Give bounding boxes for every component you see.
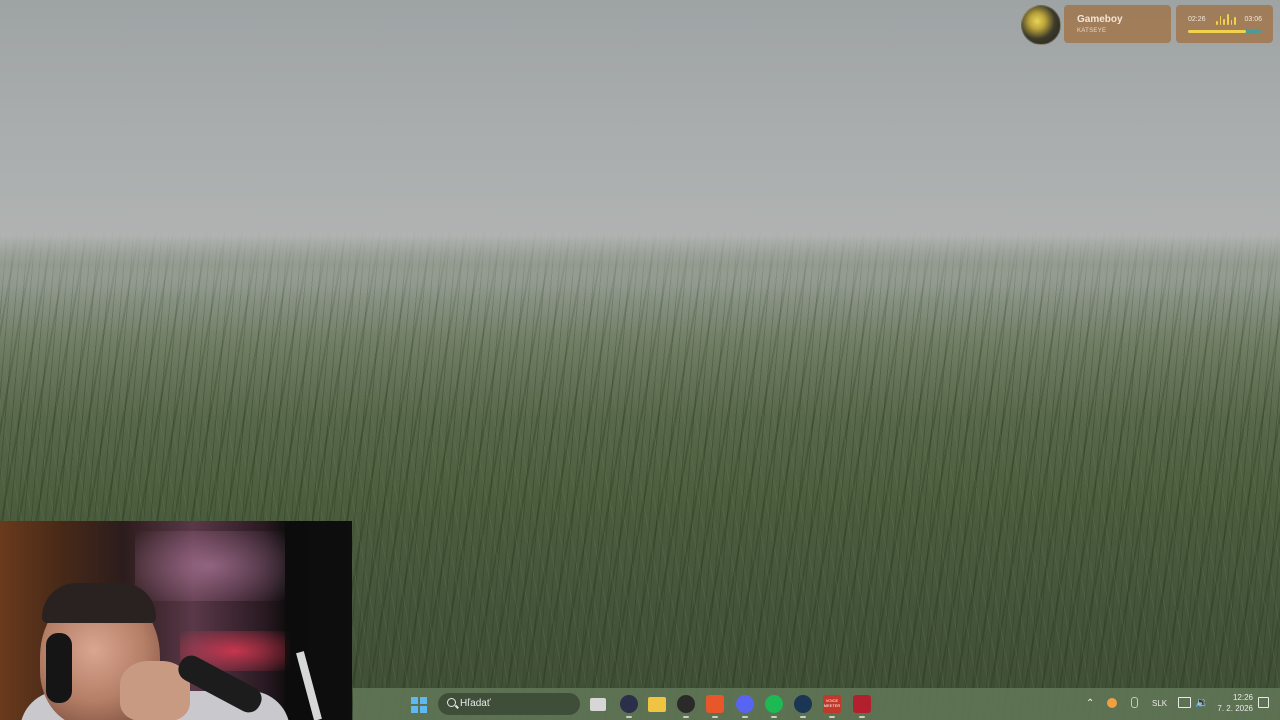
windows-logo-icon [411,697,418,704]
running-indicator [829,716,835,718]
track-title: Gameboy [1077,14,1123,25]
file-explorer-window-icon[interactable] [590,698,606,711]
microphone-tray-icon[interactable] [1131,697,1138,708]
spotify-icon[interactable] [765,695,783,718]
windows-logo-icon [420,706,427,713]
weather-icon[interactable] [1107,698,1117,708]
running-indicator [712,716,718,718]
volume-icon[interactable]: 🔉 [1195,696,1209,709]
playback-progress-card[interactable]: 02:26 03:06 [1176,5,1273,43]
album-art[interactable] [1021,5,1061,45]
voicemeeter-label: VOICE MEETER [823,698,841,708]
equalizer-icon [1216,14,1237,25]
search-label: Hľadať [460,698,491,709]
input-language[interactable]: SLK [1152,699,1167,708]
windows-logo-icon [420,697,427,704]
clock-date[interactable]: 7. 2. 2026 [1215,704,1253,713]
discord-icon[interactable] [736,695,754,718]
steam-icon[interactable] [794,695,812,718]
webcam-hair [42,583,156,623]
start-button[interactable] [411,697,427,713]
search-box[interactable]: Hľadať [438,693,580,715]
taskbar: Hľadať VOICE MEETER ⌃ SLK 🔉 12:26 7. 2. … [353,688,1280,720]
running-indicator [626,716,632,718]
show-hidden-icons-chevron-icon[interactable]: ⌃ [1086,698,1094,709]
progress-fill [1188,30,1246,33]
brave-browser-icon[interactable] [706,695,724,718]
headset-icon [46,633,72,703]
red-app-icon[interactable] [853,695,871,718]
recorder-icon[interactable] [677,695,695,718]
running-indicator [771,716,777,718]
progress-bar[interactable] [1188,30,1261,33]
clock-time[interactable]: 12:26 [1215,693,1253,702]
folder-icon[interactable] [648,697,666,712]
running-indicator [800,716,806,718]
notification-icon[interactable] [1258,697,1269,708]
windows-logo-icon [411,706,418,713]
now-playing-card[interactable]: Gameboy KATSEYE [1064,5,1171,43]
search-icon [447,698,456,707]
voicemeeter-icon[interactable]: VOICE MEETER [823,695,841,718]
running-indicator [683,716,689,718]
track-artist: KATSEYE [1077,28,1107,34]
obs-icon[interactable] [620,695,638,718]
network-icon[interactable] [1178,697,1191,708]
running-indicator [742,716,748,718]
total-time: 03:06 [1244,16,1262,23]
current-time: 02:26 [1188,16,1206,23]
webcam-overlay [0,521,352,720]
running-indicator [859,716,865,718]
webcam-light [135,531,285,601]
webcam-shadow [285,521,352,720]
